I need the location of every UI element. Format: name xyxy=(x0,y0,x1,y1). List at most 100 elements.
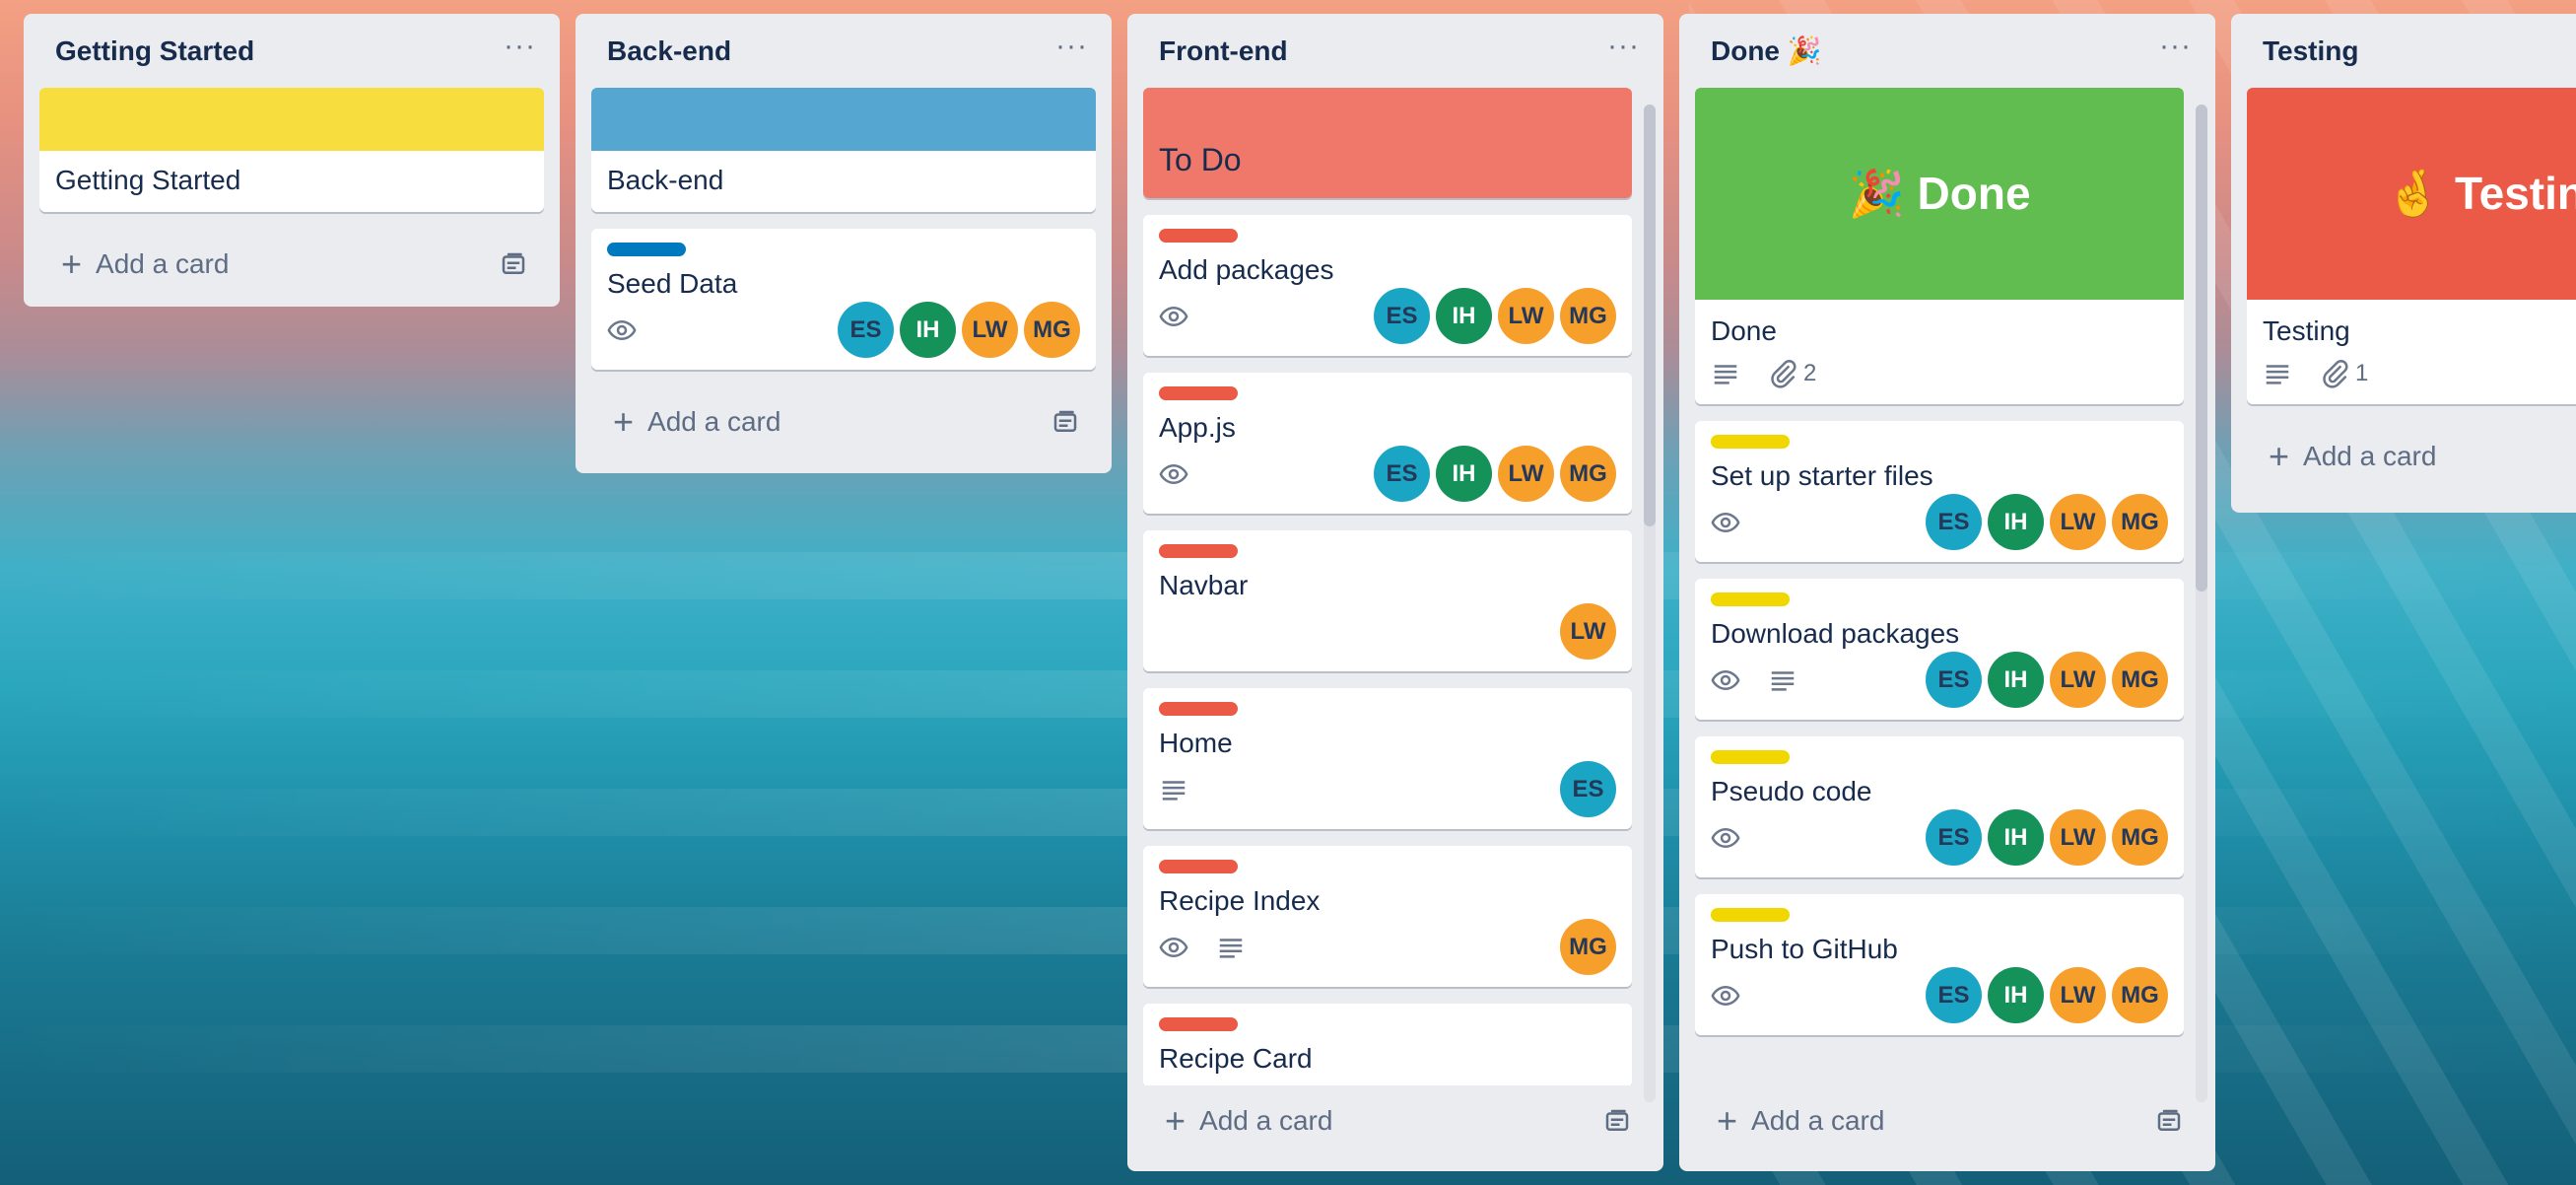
list-title[interactable]: Front-end xyxy=(1159,35,1288,67)
more-horizontal-icon[interactable]: ··· xyxy=(1607,31,1640,66)
card-label[interactable] xyxy=(1159,860,1238,873)
card-title: Done xyxy=(1711,315,1777,346)
eye-icon xyxy=(1711,981,1740,1011)
description-lines-icon xyxy=(1711,359,1740,388)
card-label[interactable] xyxy=(1159,1017,1238,1031)
avatar[interactable]: IH xyxy=(1436,446,1492,502)
card-set-up-starter-files[interactable]: Set up starter files ES IH LW MG xyxy=(1695,421,2184,562)
list-done: Done 🎉 ··· 🎉 Done Done 2 Set up starter … xyxy=(1679,14,2215,1171)
card-push-to-github[interactable]: Push to GitHub ES IH LW MG xyxy=(1695,894,2184,1035)
card-label[interactable] xyxy=(1711,592,1790,606)
card-getting-started[interactable]: Getting Started xyxy=(39,88,544,212)
card-recipe-index[interactable]: Recipe Index MG xyxy=(1143,846,1632,987)
avatar[interactable]: ES xyxy=(1926,652,1982,708)
avatar[interactable]: MG xyxy=(2112,809,2168,866)
avatar[interactable]: MG xyxy=(1560,919,1616,975)
card-label[interactable] xyxy=(1159,386,1238,400)
avatar[interactable]: IH xyxy=(1988,809,2044,866)
avatar[interactable]: ES xyxy=(838,302,894,358)
card-pseudo-code[interactable]: Pseudo code ES IH LW MG xyxy=(1695,736,2184,877)
card-download-packages[interactable]: Download packages ES IH LW MG xyxy=(1695,579,2184,720)
avatar[interactable]: LW xyxy=(2050,809,2106,866)
card-title: Recipe Card xyxy=(1159,1043,1313,1074)
card-label[interactable] xyxy=(1159,544,1238,558)
avatar[interactable]: IH xyxy=(1988,652,2044,708)
avatar[interactable]: ES xyxy=(1926,809,1982,866)
card-label[interactable] xyxy=(1711,908,1790,922)
list-cards[interactable]: 🎉 Done Done 2 Set up starter files ES IH… xyxy=(1695,88,2184,1085)
card-cover: To Do xyxy=(1143,88,1632,198)
avatar[interactable]: ES xyxy=(1926,967,1982,1023)
list-cards[interactable]: To Do Add packages ES IH LW MG App.js ES… xyxy=(1143,88,1632,1085)
list-testing: Testing ··· 🤞 Testing Testing 1 xyxy=(2231,14,2576,513)
card-add-packages[interactable]: Add packages ES IH LW MG xyxy=(1143,215,1632,356)
avatar[interactable]: IH xyxy=(1988,494,2044,550)
card-title: Set up starter files xyxy=(1711,460,1933,491)
scrollbar[interactable] xyxy=(1644,105,1656,1102)
card-seed-data[interactable]: Seed Data ES IH LW MG xyxy=(591,229,1096,370)
card-back-end[interactable]: Back-end xyxy=(591,88,1096,212)
add-card-button[interactable]: + Add a card xyxy=(1695,1085,2200,1156)
card-label[interactable] xyxy=(1711,750,1790,764)
avatar[interactable]: LW xyxy=(2050,494,2106,550)
avatar[interactable]: MG xyxy=(2112,652,2168,708)
more-horizontal-icon[interactable]: ··· xyxy=(1055,31,1088,66)
more-horizontal-icon[interactable]: ··· xyxy=(2159,31,2192,66)
avatar[interactable]: LW xyxy=(2050,652,2106,708)
avatar[interactable]: ES xyxy=(1374,288,1430,344)
avatar[interactable]: LW xyxy=(962,302,1018,358)
attachment-count: 1 xyxy=(2355,360,2369,386)
card-navbar[interactable]: Navbar LW xyxy=(1143,530,1632,671)
add-card-button[interactable]: + Add a card xyxy=(1143,1085,1648,1156)
avatar[interactable]: ES xyxy=(1926,494,1982,550)
avatar[interactable]: MG xyxy=(2112,967,2168,1023)
avatar[interactable]: LW xyxy=(1498,446,1554,502)
card-label[interactable] xyxy=(1159,229,1238,243)
more-horizontal-icon[interactable]: ··· xyxy=(504,31,536,66)
card-title: Home xyxy=(1159,728,1233,758)
eye-icon xyxy=(1159,302,1188,331)
card-app-js[interactable]: App.js ES IH LW MG xyxy=(1143,373,1632,514)
add-card-button[interactable]: + Add a card xyxy=(591,386,1096,457)
paperclip-icon xyxy=(1768,359,1797,388)
list-title[interactable]: Done 🎉 xyxy=(1711,35,1822,67)
card-template-icon[interactable] xyxy=(499,249,528,279)
avatar[interactable]: MG xyxy=(1024,302,1080,358)
scrollbar[interactable] xyxy=(2196,105,2207,1102)
card-template-icon[interactable] xyxy=(2154,1106,2184,1136)
plus-icon: + xyxy=(1165,1100,1186,1141)
avatar[interactable]: ES xyxy=(1560,761,1616,817)
avatar[interactable]: MG xyxy=(1560,288,1616,344)
list-title[interactable]: Back-end xyxy=(607,35,731,67)
card-label[interactable] xyxy=(1159,702,1238,716)
avatar[interactable]: LW xyxy=(1560,603,1616,660)
card-members: ES IH LW MG xyxy=(838,302,1080,358)
list-title[interactable]: Testing xyxy=(2263,35,2358,67)
card-done[interactable]: 🎉 Done Done 2 xyxy=(1695,88,2184,404)
list-header: Front-end ··· xyxy=(1143,14,1639,88)
scrollbar-thumb[interactable] xyxy=(2196,105,2207,592)
card-recipe-card[interactable]: Recipe Card xyxy=(1143,1004,1632,1085)
card-label[interactable] xyxy=(1711,435,1790,449)
card-to-do[interactable]: To Do xyxy=(1143,88,1632,198)
avatar[interactable]: MG xyxy=(2112,494,2168,550)
card-template-icon[interactable] xyxy=(1602,1106,1632,1136)
avatar[interactable]: LW xyxy=(2050,967,2106,1023)
avatar[interactable]: IH xyxy=(1988,967,2044,1023)
avatar[interactable]: IH xyxy=(1436,288,1492,344)
card-home[interactable]: Home ES xyxy=(1143,688,1632,829)
card-label[interactable] xyxy=(607,243,686,256)
add-card-label: Add a card xyxy=(2303,441,2437,471)
avatar[interactable]: IH xyxy=(900,302,956,358)
avatar[interactable]: ES xyxy=(1374,446,1430,502)
add-card-button[interactable]: + Add a card xyxy=(2247,421,2576,492)
avatar[interactable]: LW xyxy=(1498,288,1554,344)
add-card-button[interactable]: + Add a card xyxy=(39,229,544,300)
avatar[interactable]: MG xyxy=(1560,446,1616,502)
cover-text: 🎉 Done xyxy=(1848,168,2031,219)
plus-icon: + xyxy=(613,401,635,442)
card-template-icon[interactable] xyxy=(1051,407,1080,437)
scrollbar-thumb[interactable] xyxy=(1644,105,1656,526)
list-title[interactable]: Getting Started xyxy=(55,35,254,67)
card-testing[interactable]: 🤞 Testing Testing 1 xyxy=(2247,88,2576,404)
